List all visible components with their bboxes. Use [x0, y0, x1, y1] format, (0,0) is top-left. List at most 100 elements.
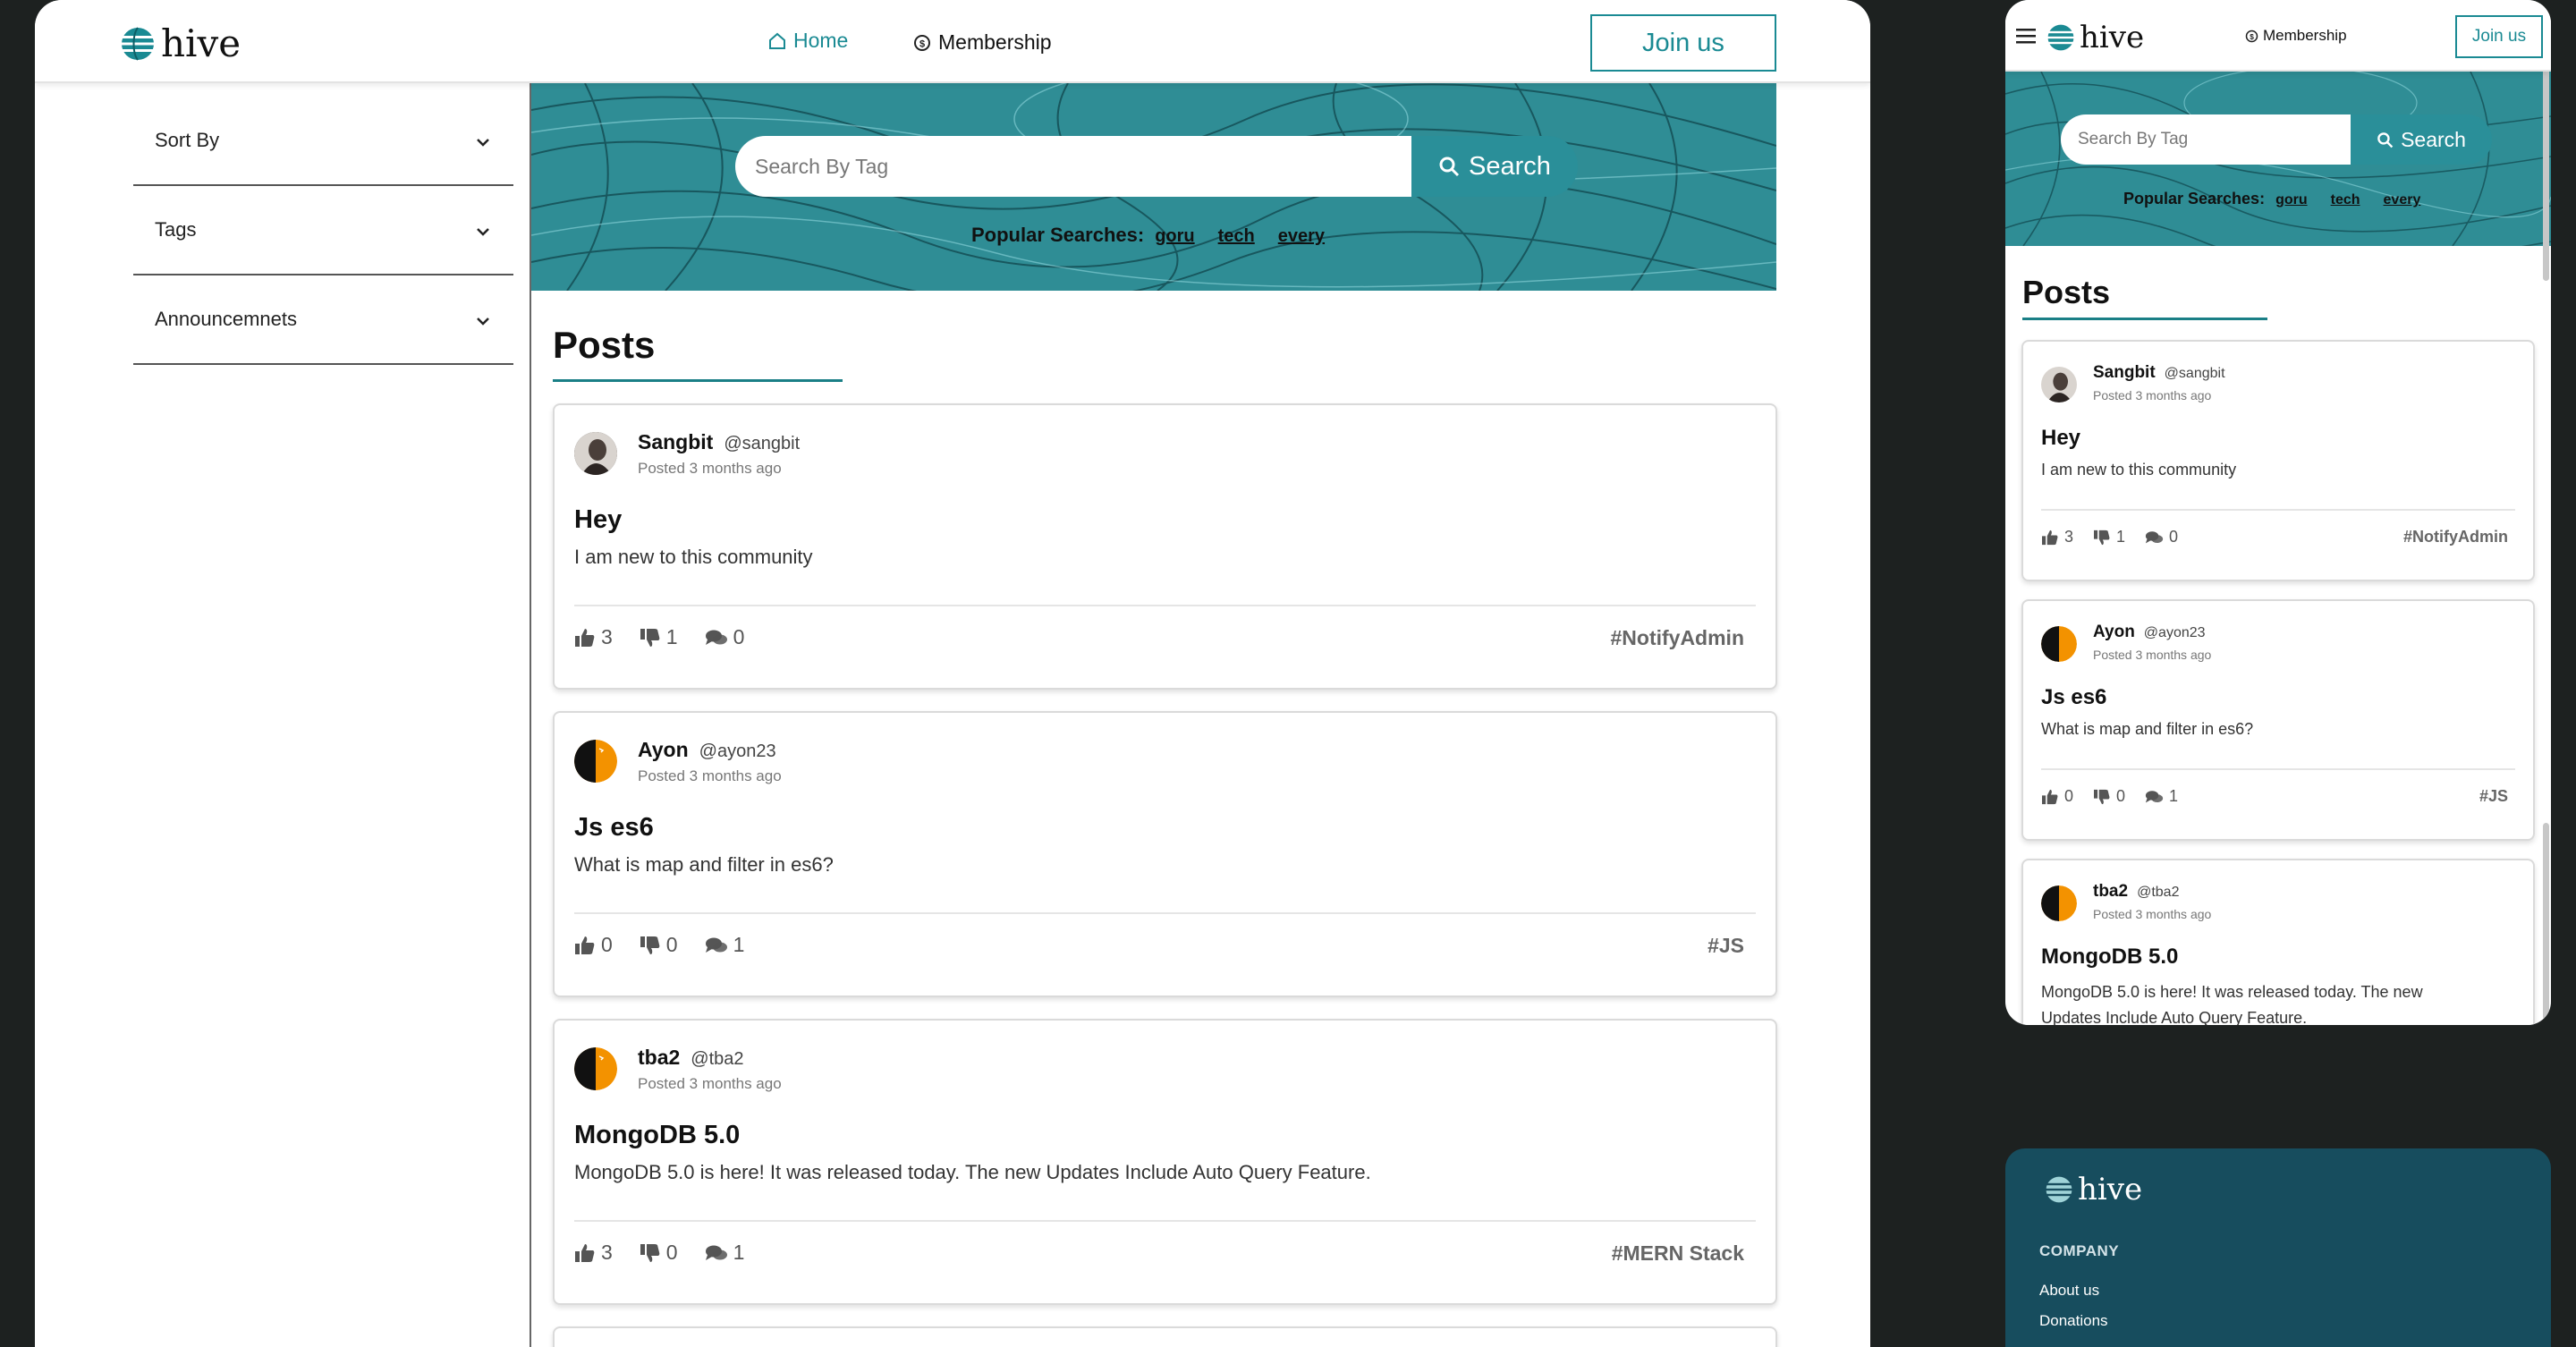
post-tag[interactable]: #NotifyAdmin [2403, 528, 2508, 546]
comment-button[interactable]: 0 [705, 625, 744, 649]
dislike-count: 1 [665, 625, 678, 648]
comment-button[interactable]: 1 [705, 933, 745, 957]
footer-link-donations[interactable]: Donations [2039, 1312, 2108, 1330]
comment-button[interactable]: 0 [2145, 528, 2178, 546]
popular-tag-link[interactable]: every [1278, 226, 1325, 247]
popular-tag-link[interactable]: goru [2275, 192, 2308, 208]
brand-logo[interactable]: hive [120, 21, 241, 65]
like-button[interactable]: 0 [574, 933, 613, 957]
post-card[interactable]: tba2 @tba2 Posted 3 months ago MongoDB 5… [2021, 859, 2535, 1025]
dislike-button[interactable]: 0 [640, 933, 678, 957]
search-button[interactable]: Search [1411, 136, 1578, 197]
author-name[interactable]: Ayon [2093, 623, 2135, 642]
sidebar-item-label: Tags [155, 218, 197, 241]
search-button-label: Search [2401, 127, 2466, 151]
like-button[interactable]: 0 [2041, 787, 2073, 806]
post-tag[interactable]: #JS [2479, 787, 2508, 806]
author-name[interactable]: Ayon [638, 738, 689, 762]
avatar[interactable] [2041, 626, 2077, 662]
sidebar-item-announcements[interactable]: Announcemnets [133, 275, 513, 365]
popular-searches-label: Popular Searches: [971, 224, 1145, 246]
post-card[interactable]: Ayon @ayon23 Posted 3 months ago Js es6 … [553, 711, 1777, 997]
dislike-button[interactable]: 1 [640, 625, 678, 649]
popular-tag-link[interactable]: every [2384, 192, 2421, 208]
avatar[interactable] [574, 740, 617, 783]
post-date: Posted 3 months ago [2093, 388, 2212, 402]
nav-home[interactable]: Home [768, 29, 848, 53]
post-card[interactable]: Ayon @ayon23 Posted 3 months ago Js es6 … [2021, 599, 2535, 841]
post-tag[interactable]: #MERN Stack [1612, 1241, 1744, 1266]
mobile-footer: hive COMPANY About us Donations [2005, 1148, 2551, 1347]
dislike-count: 1 [2116, 528, 2126, 546]
hamburger-menu-icon[interactable] [2016, 28, 2036, 44]
post-title[interactable]: Js es6 [2041, 685, 2106, 710]
post-card[interactable] [553, 1326, 1777, 1347]
popular-tag-link[interactable]: tech [2331, 192, 2360, 208]
scrollbar-thumb[interactable] [2543, 823, 2549, 1020]
post-card[interactable]: tba2 @tba2 Posted 3 months ago MongoDB 5… [553, 1019, 1777, 1305]
hive-logo-icon [2046, 24, 2075, 51]
avatar[interactable] [2041, 885, 2077, 921]
footer-link-about[interactable]: About us [2039, 1282, 2099, 1300]
author-name[interactable]: Sangbit [638, 430, 713, 454]
comments-icon [705, 937, 727, 953]
posts-heading: Posts [553, 324, 656, 366]
sidebar-item-label: Announcemnets [155, 308, 297, 330]
popular-tag-link[interactable]: goru [1155, 226, 1194, 247]
dislike-button[interactable]: 1 [2093, 528, 2125, 546]
scrollbar-thumb[interactable] [2543, 63, 2549, 281]
search-input[interactable]: Search By Tag [735, 136, 1411, 197]
nav-membership[interactable]: $ Membership [913, 30, 1052, 55]
author-name[interactable]: Sangbit [2093, 363, 2156, 383]
join-us-button[interactable]: Join us [2455, 15, 2543, 58]
post-body-line: Updates Include Auto Query Feature. [2041, 1009, 2308, 1025]
post-tag[interactable]: #JS [1707, 934, 1744, 958]
nav-home-label: Home [793, 29, 849, 52]
post-tag[interactable]: #NotifyAdmin [1611, 626, 1745, 650]
comment-button[interactable]: 1 [705, 1241, 744, 1265]
post-card[interactable]: Sangbit @sangbit Posted 3 months ago Hey… [2021, 340, 2535, 581]
like-count: 3 [2064, 528, 2074, 546]
post-title[interactable]: Hey [574, 505, 622, 535]
comment-button[interactable]: 1 [2145, 787, 2178, 806]
post-title[interactable]: MongoDB 5.0 [574, 1121, 740, 1150]
author-name[interactable]: tba2 [2093, 882, 2128, 902]
nav-membership[interactable]: $ Membership [2245, 27, 2347, 45]
popular-tag-link[interactable]: tech [1218, 226, 1255, 247]
like-count: 3 [601, 625, 613, 648]
avatar-default-icon [574, 740, 617, 783]
post-author: tba2 @tba2 [638, 1046, 744, 1070]
sidebar-item-sort-by[interactable]: Sort By [133, 97, 513, 186]
post-title[interactable]: Hey [2041, 426, 2080, 451]
avatar[interactable] [574, 1047, 617, 1090]
search-input[interactable]: Search By Tag [2061, 114, 2351, 165]
like-count: 3 [601, 1241, 613, 1264]
avatar-photo-icon [574, 432, 617, 475]
post-title[interactable]: MongoDB 5.0 [2041, 945, 2178, 970]
search-button-label: Search [1469, 151, 1551, 181]
footer-logo[interactable]: hive [2045, 1172, 2142, 1207]
thumbs-down-icon [2094, 529, 2110, 545]
like-button[interactable]: 3 [2041, 528, 2073, 546]
avatar[interactable] [2041, 367, 2077, 402]
post-title[interactable]: Js es6 [574, 813, 654, 843]
thumbs-up-icon [575, 1243, 595, 1262]
avatar-default-icon [574, 1047, 617, 1090]
like-button[interactable]: 3 [574, 625, 613, 649]
post-stats: 3 0 1 [574, 1241, 744, 1265]
author-handle: @tba2 [691, 1049, 744, 1069]
like-button[interactable]: 3 [574, 1241, 613, 1265]
posts-heading: Posts [2022, 274, 2111, 310]
post-date: Posted 3 months ago [638, 1075, 782, 1092]
sidebar-item-tags[interactable]: Tags [133, 186, 513, 275]
author-name[interactable]: tba2 [638, 1046, 680, 1070]
brand-logo[interactable]: hive [2046, 20, 2144, 55]
thumbs-down-icon [640, 628, 660, 647]
avatar[interactable] [574, 432, 617, 475]
comment-count: 1 [733, 933, 745, 956]
join-us-button[interactable]: Join us [1590, 14, 1776, 72]
post-card[interactable]: Sangbit @sangbit Posted 3 months ago Hey… [553, 403, 1777, 690]
search-button[interactable]: Search [2351, 114, 2492, 165]
dislike-button[interactable]: 0 [640, 1241, 678, 1265]
dislike-button[interactable]: 0 [2093, 787, 2125, 806]
